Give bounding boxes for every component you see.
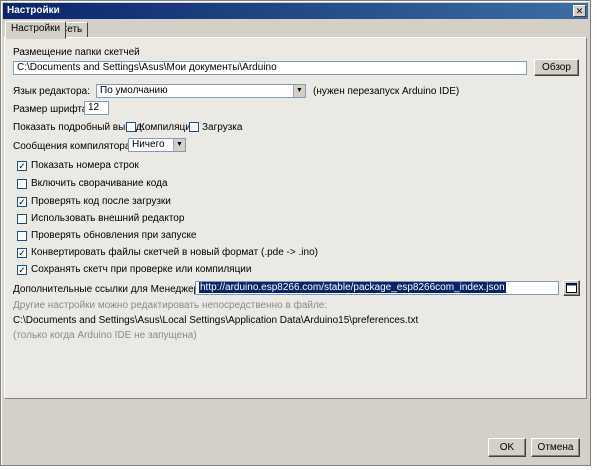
board-urls-edit-button[interactable] — [563, 280, 580, 296]
verbose-upload-label: Загрузка — [202, 122, 243, 133]
preferences-window: Настройки ✕ Настройки Сеть Размещение па… — [0, 0, 591, 466]
sketchbook-label: Размещение папки скетчей — [13, 47, 140, 58]
window-title: Настройки — [7, 5, 60, 16]
editor-language-label: Язык редактора: — [13, 86, 90, 97]
save-on-verify-checkbox[interactable]: ✓ — [17, 265, 27, 275]
close-button[interactable]: ✕ — [573, 5, 586, 17]
chevron-down-icon: ▼ — [173, 139, 185, 151]
verify-after-upload-label: Проверять код после загрузки — [31, 196, 171, 207]
cancel-button[interactable]: Отмена — [531, 438, 580, 457]
save-on-verify-label: Сохранять скетч при проверке или компиля… — [31, 264, 252, 275]
verify-after-upload-checkbox[interactable]: ✓ — [17, 197, 27, 207]
line-numbers-checkbox[interactable]: ✓ — [17, 161, 27, 171]
code-folding-checkbox[interactable] — [17, 179, 27, 189]
title-bar: Настройки ✕ — [3, 3, 588, 19]
tab-settings[interactable]: Настройки — [5, 21, 67, 39]
editor-language-value: По умолчанию — [100, 85, 168, 96]
board-urls-value: http://arduino.esp8266.com/stable/packag… — [199, 282, 506, 293]
compiler-warnings-value: Ничего — [132, 139, 165, 150]
check-updates-label: Проверять обновления при запуске — [31, 230, 197, 241]
font-size-label: Размер шрифта: — [13, 104, 91, 115]
font-size-input[interactable]: 12 — [84, 101, 109, 115]
window-icon — [566, 283, 577, 293]
compiler-warnings-select[interactable]: Ничего ▼ — [128, 138, 186, 152]
verbose-compile-checkbox[interactable] — [126, 122, 136, 132]
board-urls-input[interactable]: http://arduino.esp8266.com/stable/packag… — [195, 281, 559, 295]
compiler-warnings-label: Сообщения компилятора: — [13, 141, 134, 152]
verbose-label: Показать подробный вывод: — [13, 122, 145, 133]
prefs-hint: Другие настройки можно редактировать неп… — [13, 300, 328, 311]
settings-panel: Размещение папки скетчей C:\Documents an… — [4, 37, 587, 399]
editor-language-select[interactable]: По умолчанию ▼ — [96, 84, 306, 98]
sketchbook-path-input[interactable]: C:\Documents and Settings\Asus\Мои докум… — [13, 61, 527, 75]
chevron-down-icon: ▼ — [293, 85, 305, 97]
line-numbers-label: Показать номера строк — [31, 160, 139, 171]
check-updates-checkbox[interactable] — [17, 231, 27, 241]
prefs-note: (только когда Arduino IDE не запущена) — [13, 330, 197, 341]
convert-sketch-checkbox[interactable]: ✓ — [17, 248, 27, 258]
code-folding-label: Включить сворачивание кода — [31, 178, 168, 189]
external-editor-checkbox[interactable] — [17, 214, 27, 224]
restart-note: (нужен перезапуск Arduino IDE) — [313, 86, 460, 97]
convert-sketch-label: Конвертировать файлы скетчей в новый фор… — [31, 247, 318, 258]
ok-button[interactable]: OK — [488, 438, 526, 457]
prefs-path: C:\Documents and Settings\Asus\Local Set… — [13, 315, 419, 326]
browse-button[interactable]: Обзор — [534, 59, 579, 76]
verbose-upload-checkbox[interactable] — [189, 122, 199, 132]
verbose-compile-label: Компиляция — [139, 122, 197, 133]
external-editor-label: Использовать внешний редактор — [31, 213, 185, 224]
